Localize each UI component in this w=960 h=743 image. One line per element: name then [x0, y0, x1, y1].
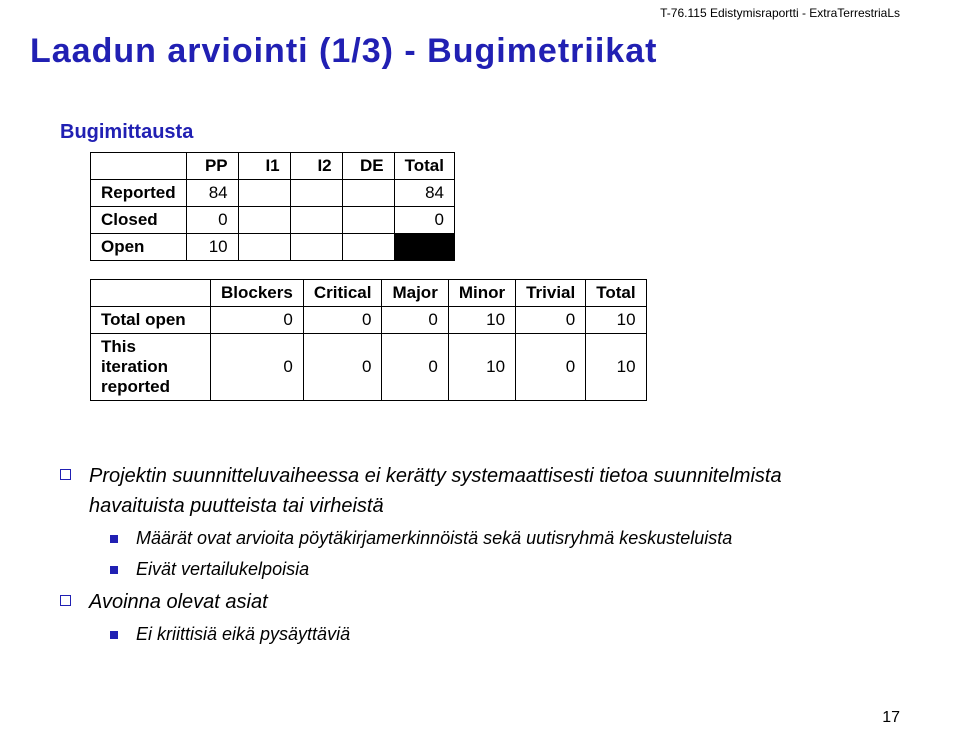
cell-black — [394, 234, 454, 261]
list-item: Projektin suunnitteluvaiheessa ei kerätt… — [60, 461, 900, 521]
bug-severity-table: Blockers Critical Major Minor Trivial To… — [90, 279, 647, 401]
bug-counts-table: PP I1 I2 DE Total Reported 84 84 Closed … — [90, 152, 455, 261]
row-label: Reported — [91, 180, 187, 207]
cell — [342, 234, 394, 261]
list-item: Eivät vertailukelpoisia — [110, 556, 900, 583]
table-row: Open 10 — [91, 234, 455, 261]
cell: 0 — [303, 307, 382, 334]
bullet-list: Projektin suunnitteluvaiheessa ei kerätt… — [60, 461, 900, 648]
bullet-text: Projektin suunnitteluvaiheessa ei kerätt… — [89, 461, 869, 521]
bullet-text: Eivät vertailukelpoisia — [136, 556, 309, 583]
col-trivial: Trivial — [516, 280, 586, 307]
cell — [342, 180, 394, 207]
cell — [290, 180, 342, 207]
table-row: Reported 84 84 — [91, 180, 455, 207]
list-item: Avoinna olevat asiat — [60, 587, 900, 617]
cell: 0 — [211, 334, 304, 401]
page-number: 17 — [882, 709, 900, 727]
col-i1: I1 — [238, 153, 290, 180]
cell — [238, 207, 290, 234]
bullet-text: Avoinna olevat asiat — [89, 587, 268, 617]
row-label: This iteration reported — [91, 334, 211, 401]
bullet-text: Ei kriittisiä eikä pysäyttäviä — [136, 621, 350, 648]
list-item: Ei kriittisiä eikä pysäyttäviä — [110, 621, 900, 648]
col-major: Major — [382, 280, 448, 307]
table-header-row: PP I1 I2 DE Total — [91, 153, 455, 180]
table-header-row: Blockers Critical Major Minor Trivial To… — [91, 280, 647, 307]
bullet-text: Määrät ovat arvioita pöytäkirjamerkinnöi… — [136, 525, 732, 552]
table-row: This iteration reported 0 0 0 10 0 10 — [91, 334, 647, 401]
cell: 10 — [186, 234, 238, 261]
cell — [290, 207, 342, 234]
row-label: Total open — [91, 307, 211, 334]
cell: 10 — [586, 334, 646, 401]
cell — [238, 180, 290, 207]
col-critical: Critical — [303, 280, 382, 307]
table-row: Total open 0 0 0 10 0 10 — [91, 307, 647, 334]
cell: 10 — [448, 334, 515, 401]
cell — [342, 207, 394, 234]
col-i2: I2 — [290, 153, 342, 180]
bullet-icon — [60, 595, 71, 606]
cell: 84 — [186, 180, 238, 207]
bullet-icon — [110, 535, 118, 543]
col-de: DE — [342, 153, 394, 180]
row-label: Closed — [91, 207, 187, 234]
cell: 0 — [394, 207, 454, 234]
col-total: Total — [394, 153, 454, 180]
cell: 0 — [303, 334, 382, 401]
col-blank — [91, 153, 187, 180]
cell: 10 — [448, 307, 515, 334]
bullet-icon — [60, 469, 71, 480]
cell: 0 — [186, 207, 238, 234]
cell: 0 — [516, 334, 586, 401]
cell: 10 — [586, 307, 646, 334]
cell: 0 — [382, 334, 448, 401]
col-pp: PP — [186, 153, 238, 180]
header-course: T-76.115 Edistymisraportti - ExtraTerres… — [30, 6, 900, 20]
page-title: Laadun arviointi (1/3) - Bugimetriikat — [30, 32, 900, 71]
cell — [238, 234, 290, 261]
col-blank — [91, 280, 211, 307]
list-item: Määrät ovat arvioita pöytäkirjamerkinnöi… — [110, 525, 900, 552]
cell: 84 — [394, 180, 454, 207]
cell: 0 — [382, 307, 448, 334]
bullet-icon — [110, 566, 118, 574]
table-row: Closed 0 0 — [91, 207, 455, 234]
cell: 0 — [516, 307, 586, 334]
col-minor: Minor — [448, 280, 515, 307]
row-label: Open — [91, 234, 187, 261]
col-blockers: Blockers — [211, 280, 304, 307]
cell — [290, 234, 342, 261]
cell: 0 — [211, 307, 304, 334]
col-total: Total — [586, 280, 646, 307]
section-heading: Bugimittausta — [60, 121, 900, 144]
bullet-icon — [110, 631, 118, 639]
